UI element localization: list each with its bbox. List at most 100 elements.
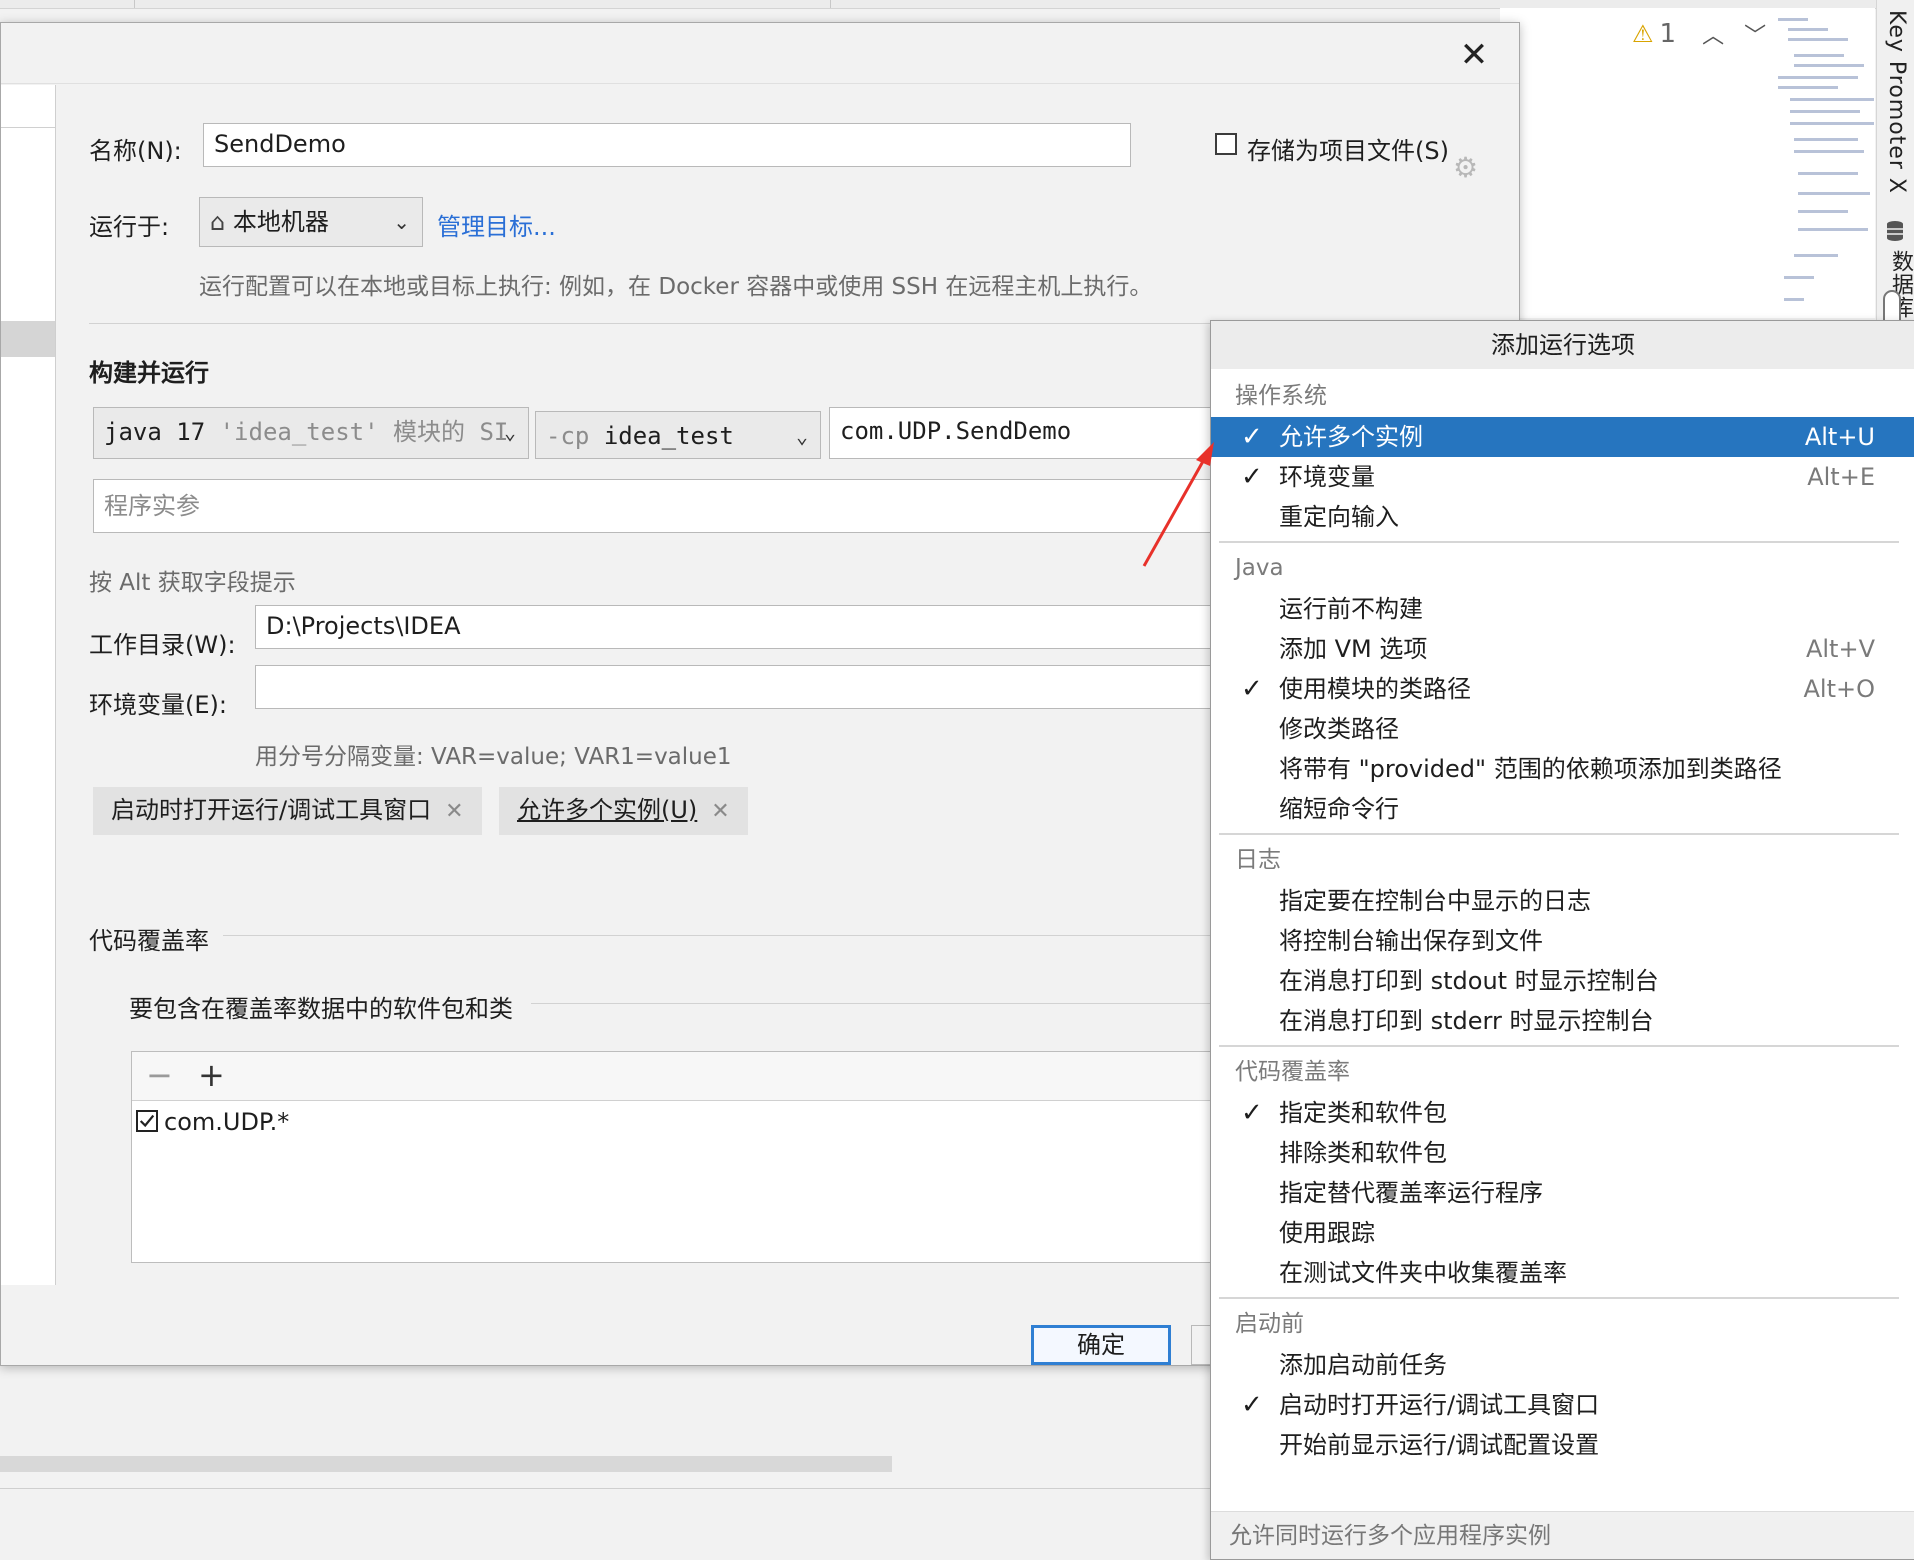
popup-option-label: 指定要在控制台中显示的日志 — [1279, 887, 1591, 915]
popup-option[interactable]: 添加启动前任务 — [1211, 1345, 1875, 1385]
database-icon — [1887, 221, 1903, 241]
build-run-title: 构建并运行 — [89, 359, 209, 387]
popup-option[interactable]: 重定向输入 — [1211, 497, 1875, 537]
popup-option[interactable]: ✓ 环境变量 Alt+E — [1211, 457, 1875, 497]
popup-option-label: 使用模块的类路径 — [1279, 675, 1471, 703]
popup-option[interactable]: ✓ 允许多个实例 Alt+U — [1211, 417, 1914, 457]
popup-separator — [1219, 541, 1899, 543]
env-hint: 用分号分隔变量: VAR=value; VAR1=value1 — [255, 744, 732, 770]
popup-option-label: 修改类路径 — [1279, 715, 1399, 743]
popup-option[interactable]: 运行前不构建 — [1211, 589, 1875, 629]
warning-count: 1 — [1659, 19, 1677, 49]
coverage-entry-checkbox[interactable] — [136, 1110, 158, 1132]
popup-option[interactable]: 指定替代覆盖率运行程序 — [1211, 1173, 1875, 1213]
popup-option-label: 使用跟踪 — [1279, 1219, 1375, 1247]
popup-category: 操作系统 — [1235, 383, 1327, 409]
store-as-project-label[interactable]: 存储为项目文件(S) — [1247, 131, 1449, 166]
run-on-value: 本地机器 — [232, 208, 329, 236]
popup-option-label: 将带有 "provided" 范围的依赖项添加到类路径 — [1279, 755, 1782, 783]
popup-option[interactable]: 指定要在控制台中显示的日志 — [1211, 881, 1875, 921]
popup-option-label: 在测试文件夹中收集覆盖率 — [1279, 1259, 1567, 1287]
popup-separator — [1219, 833, 1899, 835]
popup-option[interactable]: ✓ 启动时打开运行/调试工具窗口 — [1211, 1385, 1875, 1425]
chevron-down-icon: ⌄ — [503, 420, 516, 444]
chip-open-tool-window[interactable]: 启动时打开运行/调试工具窗口 ✕ — [93, 787, 482, 835]
popup-option-shortcut: Alt+U — [1804, 423, 1875, 451]
warning-icon: ⚠ — [1632, 20, 1654, 48]
horizontal-scrollbar[interactable] — [0, 1456, 892, 1472]
run-on-select[interactable]: ⌂ 本地机器 ⌄ — [199, 197, 423, 247]
workdir-input[interactable]: D:\Projects\IDEA — [255, 605, 1219, 649]
popup-option[interactable]: ✓ 指定类和软件包 — [1211, 1093, 1875, 1133]
workdir-label: 工作目录(W): — [89, 631, 236, 659]
popup-option-label: 在消息打印到 stdout 时显示控制台 — [1279, 967, 1659, 995]
gear-icon[interactable]: ⚙ — [1453, 151, 1478, 184]
classpath-select[interactable]: -cp idea_test ⌄ — [535, 411, 821, 459]
previous-highlight-icon[interactable]: ︿ — [1702, 18, 1724, 50]
popup-separator — [1219, 1297, 1899, 1299]
remove-icon[interactable]: ✕ — [711, 799, 729, 824]
popup-option[interactable]: 在测试文件夹中收集覆盖率 — [1211, 1253, 1875, 1293]
popup-option-label: 重定向输入 — [1279, 503, 1399, 531]
annotation-arrow — [1142, 442, 1214, 567]
cp-value: idea_test — [603, 422, 734, 450]
popup-option[interactable]: 排除类和软件包 — [1211, 1133, 1875, 1173]
chevron-down-icon: ⌄ — [795, 424, 808, 448]
next-highlight-icon[interactable]: ﹀ — [1744, 18, 1766, 50]
popup-options-list: 操作系统 ✓ 允许多个实例 Alt+U ✓ 环境变量 Alt+E 重定向输入 Java 运行前不构… — [1211, 369, 1914, 1511]
popup-option[interactable]: 使用跟踪 — [1211, 1213, 1875, 1253]
check-icon: ✓ — [1241, 674, 1263, 704]
popup-option-shortcut: Alt+V — [1805, 635, 1875, 663]
store-as-project-checkbox[interactable] — [1215, 133, 1237, 155]
coverage-entry[interactable]: com.UDP.* — [164, 1108, 289, 1136]
popup-option[interactable]: 开始前显示运行/调试配置设置 — [1211, 1425, 1875, 1465]
coverage-title: 代码覆盖率 — [89, 927, 209, 955]
program-args-input[interactable]: 程序实参 — [93, 479, 1219, 533]
jre-select[interactable]: java 17 'idea_test' 模块的 SI ⌄ — [93, 407, 529, 459]
popup-option-label: 排除类和软件包 — [1279, 1139, 1447, 1167]
popup-option[interactable]: 在消息打印到 stdout 时显示控制台 — [1211, 961, 1875, 1001]
selected-configuration[interactable] — [1, 321, 55, 357]
list-toolbar: − + — [132, 1052, 1232, 1101]
chip-label: 允许多个实例(U) — [517, 796, 698, 824]
popup-option[interactable]: 缩短命令行 — [1211, 789, 1875, 829]
popup-option-label: 缩短命令行 — [1279, 795, 1399, 823]
chip-label: 启动时打开运行/调试工具窗口 — [111, 796, 432, 824]
code-minimap — [1774, 14, 1874, 314]
popup-option[interactable]: 添加 VM 选项 Alt+V — [1211, 629, 1875, 669]
popup-option-label: 运行前不构建 — [1279, 595, 1423, 623]
ok-button[interactable]: 确定 — [1031, 1325, 1171, 1365]
dialog-titlebar — [1, 23, 1519, 84]
env-input[interactable] — [255, 665, 1219, 709]
popup-option-label: 指定类和软件包 — [1279, 1099, 1447, 1127]
check-icon: ✓ — [1241, 462, 1263, 492]
popup-option[interactable]: 在消息打印到 stderr 时显示控制台 — [1211, 1001, 1875, 1041]
env-label: 环境变量(E): — [89, 691, 227, 719]
popup-option[interactable]: 将带有 "provided" 范围的依赖项添加到类路径 — [1211, 749, 1875, 789]
popup-category: Java — [1235, 555, 1284, 581]
close-icon[interactable]: ✕ — [1454, 35, 1494, 75]
remove-icon[interactable]: − — [146, 1056, 173, 1094]
popup-option[interactable]: ✓ 使用模块的类路径 Alt+O — [1211, 669, 1875, 709]
configuration-tree[interactable] — [1, 85, 56, 1285]
coverage-package-list[interactable]: − + com.UDP.* — [131, 1051, 1233, 1263]
manage-targets-link[interactable]: 管理目标... — [437, 207, 556, 242]
name-input[interactable]: SendDemo — [203, 123, 1131, 167]
chevron-down-icon: ⌄ — [393, 210, 410, 234]
remove-icon[interactable]: ✕ — [445, 799, 463, 824]
popup-option[interactable]: 将控制台输出保存到文件 — [1211, 921, 1875, 961]
add-icon[interactable]: + — [198, 1056, 225, 1094]
popup-option-label: 添加 VM 选项 — [1279, 635, 1428, 663]
popup-title: 添加运行选项 — [1211, 321, 1914, 369]
key-promoter-tab[interactable]: Key Promoter X — [1884, 10, 1909, 194]
check-icon: ✓ — [1241, 1390, 1263, 1420]
alt-hint: 按 Alt 获取字段提示 — [89, 570, 296, 596]
run-on-label: 运行于: — [89, 213, 170, 241]
inspection-widget[interactable]: ⚠ 1 ︿ ﹀ — [1632, 18, 1766, 50]
home-icon: ⌂ — [210, 208, 226, 236]
jre-main: java 17 — [104, 418, 206, 446]
chip-allow-multiple[interactable]: 允许多个实例(U) ✕ — [499, 787, 748, 835]
popup-option[interactable]: 修改类路径 — [1211, 709, 1875, 749]
check-icon: ✓ — [1241, 1098, 1263, 1128]
divider — [89, 323, 1219, 324]
